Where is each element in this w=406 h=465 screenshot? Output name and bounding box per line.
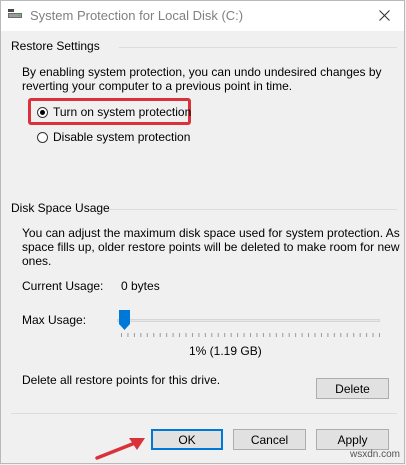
radio-turn-on-label: Turn on system protection (53, 105, 192, 119)
close-button[interactable] (364, 1, 404, 29)
radio-turn-on[interactable]: Turn on system protection (37, 105, 191, 119)
cancel-button[interactable]: Cancel (233, 429, 306, 450)
footer-divider (11, 413, 397, 414)
disk-space-divider (107, 209, 397, 210)
disk-description-line2: space fills up, older restore points wil… (22, 240, 400, 254)
current-usage-label: Current Usage: (22, 279, 104, 293)
watermark: wsxdn.com (349, 449, 400, 460)
disk-description-line1: You can adjust the maximum disk space us… (22, 226, 400, 240)
window-title: System Protection for Local Disk (C:) (30, 8, 244, 23)
close-icon (378, 9, 390, 21)
restore-description-line2: reverting your computer to a previous po… (22, 79, 293, 93)
current-usage-value: 0 bytes (121, 279, 160, 293)
restore-settings-heading: Restore Settings (11, 39, 100, 53)
radio-disable[interactable]: Disable system protection (37, 130, 190, 144)
drive-icon (8, 9, 22, 18)
arrow-annotation (95, 438, 145, 460)
disk-description-line3: ones. (22, 254, 52, 268)
title-bar: System Protection for Local Disk (C:) (1, 1, 404, 31)
delete-button[interactable]: Delete (316, 378, 389, 399)
restore-description-line1: By enabling system protection, you can u… (22, 65, 382, 79)
radio-button-off[interactable] (37, 131, 48, 143)
ok-button[interactable]: OK (151, 429, 223, 450)
disk-space-heading: Disk Space Usage (11, 201, 110, 215)
max-usage-slider-thumb[interactable] (119, 310, 130, 330)
max-usage-slider-track[interactable] (117, 319, 380, 322)
max-usage-readout: 1% (1.19 GB) (189, 344, 262, 358)
radio-disable-label: Disable system protection (53, 130, 191, 144)
apply-button[interactable]: Apply (316, 429, 389, 450)
delete-description: Delete all restore points for this drive… (22, 373, 221, 387)
radio-button-on[interactable] (37, 106, 48, 118)
slider-ticks (121, 333, 380, 337)
max-usage-label: Max Usage: (22, 313, 87, 327)
dialog-window: System Protection for Local Disk (C:) Re… (0, 0, 405, 464)
restore-settings-divider (119, 47, 397, 48)
